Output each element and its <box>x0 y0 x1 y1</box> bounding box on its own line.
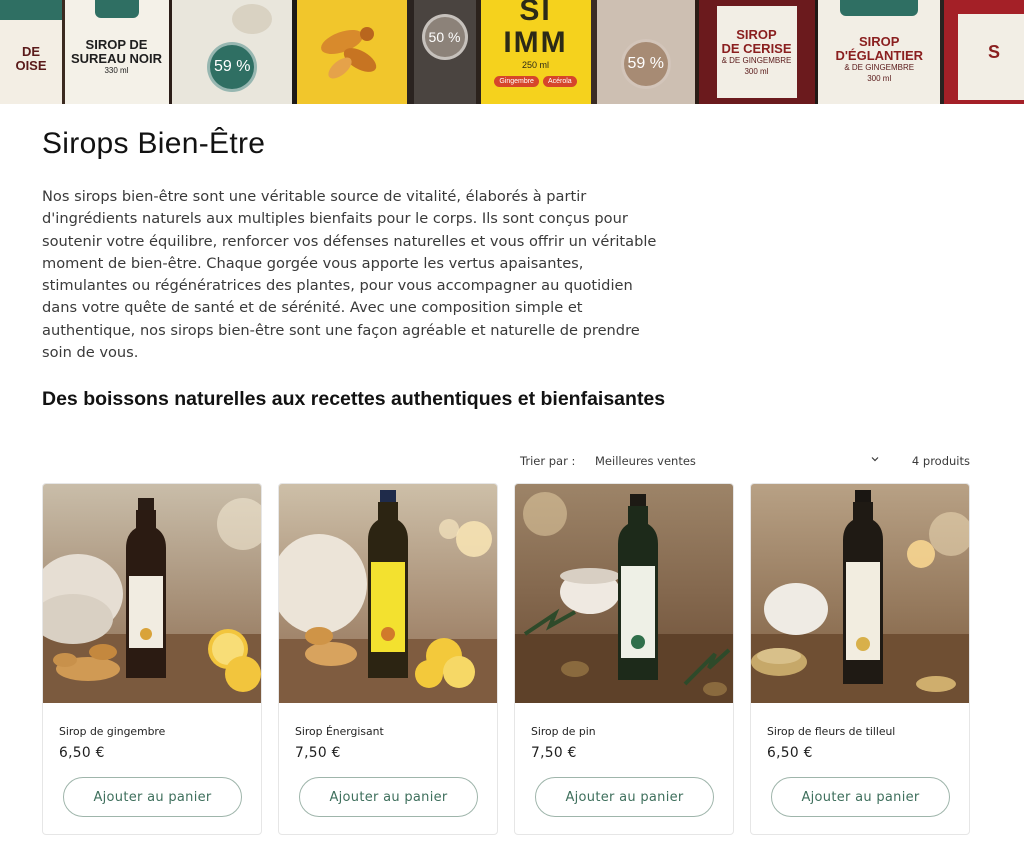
banner-bottle <box>297 0 408 104</box>
page-title: Sirops Bien-Être <box>42 127 266 160</box>
product-image[interactable] <box>515 484 733 703</box>
sort-selected-value: Meilleures ventes <box>595 454 696 468</box>
sort-bar: Trier par : Meilleures ventes 4 produits <box>520 452 970 472</box>
add-to-cart-button[interactable]: Ajouter au panier <box>535 777 714 817</box>
product-card[interactable]: Sirop Énergisant 7,50 € Ajouter au panie… <box>278 483 498 835</box>
product-card[interactable]: Sirop de pin 7,50 € Ajouter au panier <box>514 483 734 835</box>
product-name[interactable]: Sirop de pin <box>531 725 596 738</box>
banner-bottle-label: SI IMM <box>503 0 568 59</box>
ginger-illustration-icon <box>321 27 377 79</box>
product-card[interactable]: Sirop de gingembre 6,50 € Ajouter au pan… <box>42 483 262 835</box>
add-to-cart-button[interactable]: Ajouter au panier <box>771 777 950 817</box>
banner-bottle-label: SIROP DE CERISE & DE GINGEMBRE 300 ml <box>721 26 792 76</box>
banner-bottle: S <box>944 0 1024 104</box>
product-price: 6,50 € <box>767 745 813 761</box>
chevron-down-icon <box>871 457 879 462</box>
add-to-cart-button[interactable]: Ajouter au panier <box>299 777 478 817</box>
banner-bottle-label: SIROP DE SUREAU NOIR 330 ml <box>70 37 162 76</box>
product-count: 4 produits <box>911 454 970 468</box>
sort-label: Trier par : <box>520 454 576 468</box>
page-description: Nos sirops bien-être sont une véritable … <box>42 188 657 362</box>
ingredient-tag: Gingembre <box>494 76 539 87</box>
percentage-badge: 59 % <box>620 39 671 89</box>
banner-bottle-label: SIROP D'ÉGLANTIER & DE GINGEMBRE 300 ml <box>835 33 924 83</box>
banner-bottle: SIROP D'ÉGLANTIER & DE GINGEMBRE 300 ml <box>818 0 941 104</box>
sort-dropdown[interactable]: Meilleures ventes <box>595 452 880 472</box>
section-subtitle: Des boissons naturelles aux recettes aut… <box>42 388 666 410</box>
banner-bottle: DE OISE <box>0 0 62 104</box>
product-image[interactable] <box>279 484 497 703</box>
product-name[interactable]: Sirop Énergisant <box>295 725 384 738</box>
product-price: 7,50 € <box>531 745 577 761</box>
product-card[interactable]: Sirop de fleurs de tilleul 6,50 € Ajoute… <box>750 483 970 835</box>
hero-banner: DE OISE SIROP DE SUREAU NOIR 330 ml 59 % 50… <box>0 0 1024 104</box>
add-to-cart-button[interactable]: Ajouter au panier <box>63 777 242 817</box>
banner-bottle: 50 % <box>413 0 476 104</box>
product-price: 7,50 € <box>295 745 341 761</box>
product-name[interactable]: Sirop de gingembre <box>59 725 165 738</box>
banner-bottle-label: S <box>987 41 1000 62</box>
product-price: 6,50 € <box>59 745 105 761</box>
banner-bottle: SI IMM 250 ml Gingembre Acérola <box>480 0 591 104</box>
banner-bottle: 59 % <box>596 0 695 104</box>
product-grid: Sirop de gingembre 6,50 € Ajouter au pan… <box>42 483 970 835</box>
banner-bottle: SIROP DE CERISE & DE GINGEMBRE 300 ml <box>698 0 815 104</box>
percentage-badge: 59 % <box>207 42 258 92</box>
banner-bottle: SIROP DE SUREAU NOIR 330 ml <box>64 0 169 104</box>
ingredient-tag: Acérola <box>542 76 577 87</box>
banner-bottle-label: DE OISE <box>15 44 47 73</box>
banner-bottle: 59 % <box>172 0 293 104</box>
product-image[interactable] <box>751 484 969 703</box>
percentage-badge: 50 % <box>421 14 468 60</box>
product-name[interactable]: Sirop de fleurs de tilleul <box>767 725 895 738</box>
product-image[interactable] <box>43 484 261 703</box>
